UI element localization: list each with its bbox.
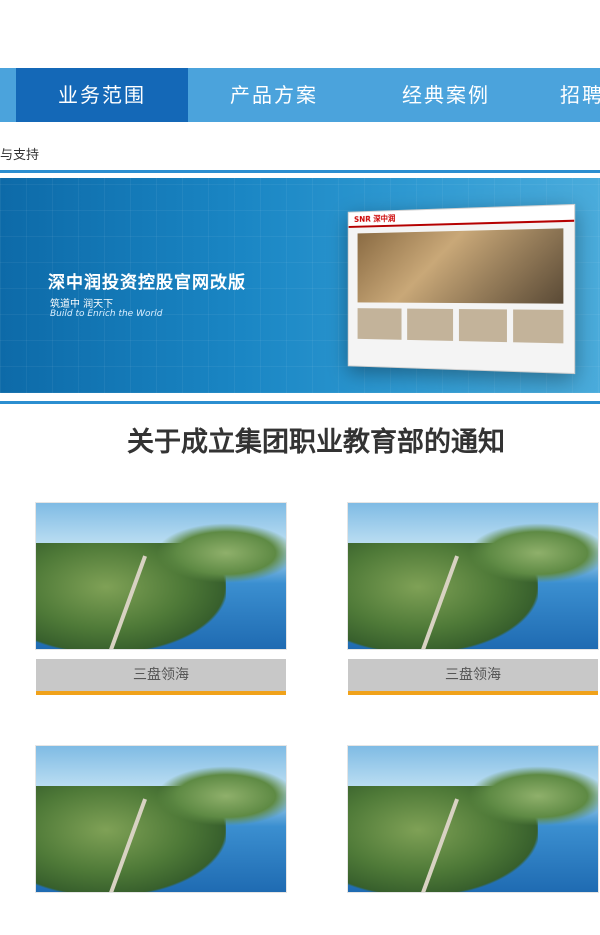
mockup-hero-photo	[357, 228, 564, 304]
project-aerial-image	[347, 502, 599, 650]
main-nav: 业务范围 产品方案 经典案例 招聘	[0, 68, 600, 122]
project-aerial-image	[35, 502, 287, 650]
island-shape	[468, 766, 598, 826]
banner-subtitle-en: Build to Enrich the World	[50, 309, 163, 319]
mockup-logo: SNR 深中润	[354, 213, 396, 224]
nav-item-cases[interactable]: 经典案例	[360, 68, 532, 122]
project-card[interactable]: 三盘领海	[35, 502, 287, 695]
banner-subtitle-cn: 筑道中 润天下	[50, 299, 114, 310]
project-card[interactable]: 三盘领海	[347, 502, 599, 695]
hero-banner[interactable]: 深中润投资控股官网改版 筑道中 润天下 Build to Enrich the …	[0, 178, 600, 393]
island-shape	[468, 523, 598, 583]
divider-bottom	[0, 401, 600, 404]
article-title: 关于成立集团职业教育部的通知	[127, 427, 505, 458]
project-card-label[interactable]: 三盘领海	[36, 659, 286, 695]
nav-item-business-scope[interactable]: 业务范围	[16, 68, 188, 122]
breadcrumb: 与支持	[0, 148, 40, 163]
banner-title: 深中润投资控股官网改版	[48, 273, 246, 293]
website-mockup-image: SNR 深中润	[347, 203, 576, 375]
nav-item-recruit[interactable]: 招聘	[560, 68, 600, 122]
project-card[interactable]	[347, 745, 599, 935]
project-card-label[interactable]: 三盘领海	[348, 659, 598, 695]
island-shape	[156, 766, 286, 826]
mockup-thumbnails	[357, 308, 564, 344]
island-shape	[156, 523, 286, 583]
nav-item-products[interactable]: 产品方案	[188, 68, 360, 122]
divider-top	[0, 170, 600, 173]
project-aerial-image	[347, 745, 599, 893]
project-card[interactable]	[35, 745, 287, 935]
project-aerial-image	[35, 745, 287, 893]
